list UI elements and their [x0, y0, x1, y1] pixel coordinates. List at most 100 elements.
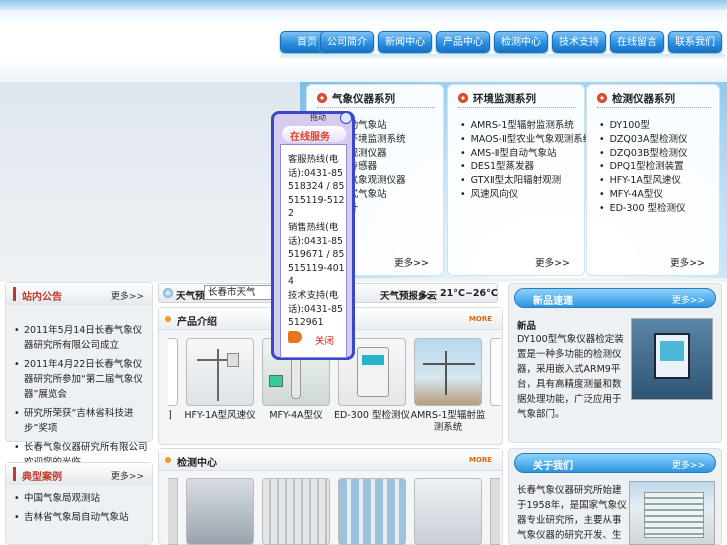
category-link[interactable]: HFY-1A型风速仪 — [599, 172, 688, 186]
more-link[interactable]: MORE — [469, 315, 492, 323]
popup-close[interactable]: 关闭 — [315, 333, 334, 347]
category-link[interactable]: AMRS-1型辐射监测系统 — [460, 117, 592, 131]
newproduct-desc: DY100型气象仪器检定装置是一种多功能的检测仪器，采用嵌入式ARM9平台，具有… — [517, 334, 624, 420]
bullet-icon — [165, 316, 171, 322]
online-service-popup: 拖动 在线服务 客服热线(电话):0431-85518324 / 8551511… — [271, 111, 355, 360]
category-link[interactable]: MAOS-Ⅱ型农业气象观测系统 — [460, 131, 593, 145]
product-thumb[interactable] — [414, 338, 482, 406]
about-image[interactable] — [629, 481, 715, 545]
testing-title: 检测中心 — [177, 458, 217, 469]
notice-item[interactable]: 2011年4月22日长春气象仪器研究所参加“第二届气象仪器”展览会 — [8, 357, 150, 402]
notice-panel: 站内公告 更多>> 2011年5月14日长春气象仪器研究所有限公司成立 2011… — [5, 282, 153, 468]
product-thumb[interactable] — [168, 338, 178, 406]
category-link[interactable]: DES1型蒸发器 — [460, 158, 592, 172]
category-link[interactable]: 风速风向仪 — [460, 186, 592, 200]
testing-thumb[interactable] — [168, 478, 178, 545]
contact-marketing: 销售热线(电话):0431-85519671 / 85515119-4014 — [288, 222, 345, 287]
more-link[interactable]: MORE — [469, 456, 492, 464]
more-link[interactable]: 更多>> — [394, 255, 429, 269]
case-item[interactable]: 吉林省气象局自动气象站 — [8, 510, 150, 525]
about-panel: 关于我们 更多>> 长春气象仪器研究所始建于1958年，是国家气象仪器专业研究所… — [508, 448, 722, 545]
product-caption[interactable]: MFY-4A型仪 — [256, 410, 336, 422]
more-link[interactable]: 更多>> — [672, 458, 705, 471]
cases-title: 典型案例 — [22, 472, 62, 483]
notice-item[interactable]: 2011年5月14日长春气象仪器研究所有限公司成立 — [8, 323, 150, 353]
weather-temp: 21°C~26°C — [440, 288, 498, 299]
category-link[interactable]: DPQ1型检测装置 — [599, 158, 688, 172]
product-caption[interactable]: ED-300 型检测仪 — [332, 410, 412, 422]
testing-header: 检测中心 MORE — [159, 449, 502, 471]
category-title: 气象仪器系列 — [332, 93, 395, 105]
case-item[interactable]: 中国气象局观测站 — [8, 491, 150, 506]
newproduct-panel: 新品速递 更多>> 新品 DY100型气象仪器检定装置是一种多功能的检测仪器，采… — [508, 283, 722, 443]
testing-thumb[interactable] — [186, 478, 254, 545]
divider — [317, 107, 435, 108]
bullet-icon — [597, 93, 607, 103]
popup-title: 在线服务 — [290, 132, 330, 143]
cases-header: 典型案例 更多>> — [6, 463, 152, 485]
header-bar — [13, 287, 16, 301]
category-box-env: 环境监测系列 AMRS-1型辐射监测系统 MAOS-Ⅱ型农业气象观测系统 AMS… — [447, 84, 592, 276]
nav-contact[interactable]: 联系我们 — [668, 31, 722, 53]
nav-products[interactable]: 产品中心 — [436, 31, 490, 53]
category-box-test: 检测仪器系列 DY100型 DZQ03A型检测仪 DZQ03B型检测仪 DPQ1… — [586, 84, 720, 276]
newproduct-name[interactable]: 新品 — [517, 318, 536, 332]
about-header: 关于我们 更多>> — [514, 453, 716, 473]
more-link[interactable]: 更多>> — [111, 469, 144, 482]
testing-thumb[interactable] — [490, 478, 500, 545]
header-bar — [13, 467, 16, 481]
city-select[interactable]: 长春市天气 — [204, 285, 276, 300]
testing-thumb[interactable] — [262, 478, 330, 545]
product-caption[interactable]: ] — [160, 410, 180, 422]
nav-shadow — [280, 54, 726, 60]
notice-title: 站内公告 — [22, 292, 62, 303]
product-caption[interactable]: HFY-1A型风速仪 — [180, 410, 260, 422]
bullet-icon — [165, 457, 171, 463]
cases-panel: 典型案例 更多>> 中国气象局观测站 吉林省气象局自动气象站 — [5, 462, 153, 545]
weather-icon — [163, 288, 173, 298]
notice-header: 站内公告 更多>> — [6, 283, 152, 305]
more-link[interactable]: 更多>> — [672, 293, 705, 306]
testing-thumb[interactable] — [338, 478, 406, 545]
category-link[interactable]: DZQ03A型检测仪 — [599, 131, 688, 145]
more-link[interactable]: 更多>> — [111, 289, 144, 302]
nav-message[interactable]: 在线留言 — [610, 31, 664, 53]
product-thumb[interactable] — [186, 338, 254, 406]
header-stripe — [0, 0, 727, 10]
nav-news[interactable]: 新闻中心 — [378, 31, 432, 53]
popup-title-bar: 在线服务 — [282, 126, 346, 143]
popup-content: 客服热线(电话):0431-85518324 / 85515119-5122 销… — [280, 144, 347, 358]
divider — [458, 107, 576, 108]
category-title: 环境监测系列 — [473, 93, 536, 105]
category-link[interactable]: DZQ03B型检测仪 — [599, 145, 688, 159]
category-link[interactable]: AMS-Ⅱ型自动气象站 — [460, 145, 592, 159]
newproduct-title: 新品速递 — [533, 296, 573, 307]
category-link[interactable]: GTXⅡ型太阳辐射观测 — [460, 172, 592, 186]
close-icon[interactable] — [288, 331, 302, 343]
nav-support[interactable]: 技术支持 — [552, 31, 606, 53]
category-link[interactable]: DY100型 — [599, 117, 688, 131]
about-title: 关于我们 — [533, 461, 573, 472]
category-link[interactable]: ED-300 型检测仪 — [599, 200, 688, 214]
bullet-icon — [458, 93, 468, 103]
product-caption[interactable]: AMRS-1型辐射监测系统 — [408, 410, 488, 434]
drag-icon[interactable] — [340, 112, 352, 124]
newproduct-image[interactable] — [631, 318, 713, 400]
category-title: 检测仪器系列 — [612, 93, 675, 105]
category-link[interactable]: MFY-4A型仪 — [599, 186, 688, 200]
about-desc: 长春气象仪器研究所始建于1958年，是国家气象仪器专业研究所，主要从事气象仪器的… — [517, 485, 627, 541]
testing-thumb[interactable] — [414, 478, 482, 545]
divider — [597, 107, 711, 108]
more-link[interactable]: 更多>> — [670, 255, 705, 269]
nav-about[interactable]: 公司简介 — [320, 31, 374, 53]
product-thumb[interactable] — [490, 338, 500, 406]
bullet-icon — [317, 93, 327, 103]
notice-item[interactable]: 研究所荣获“吉林省科技进步”奖项 — [8, 406, 150, 436]
contact-support: 技术支持(电话):0431-85512961 — [288, 290, 343, 328]
more-link[interactable]: 更多>> — [535, 255, 570, 269]
weather-condition: 多云 — [418, 291, 438, 302]
drag-handle[interactable]: 拖动 — [310, 112, 326, 123]
nav-testing[interactable]: 检测中心 — [494, 31, 548, 53]
contact-sales: 客服热线(电话):0431-85518324 / 85515119-5122 — [288, 154, 345, 219]
products-title: 产品介绍 — [177, 317, 217, 328]
